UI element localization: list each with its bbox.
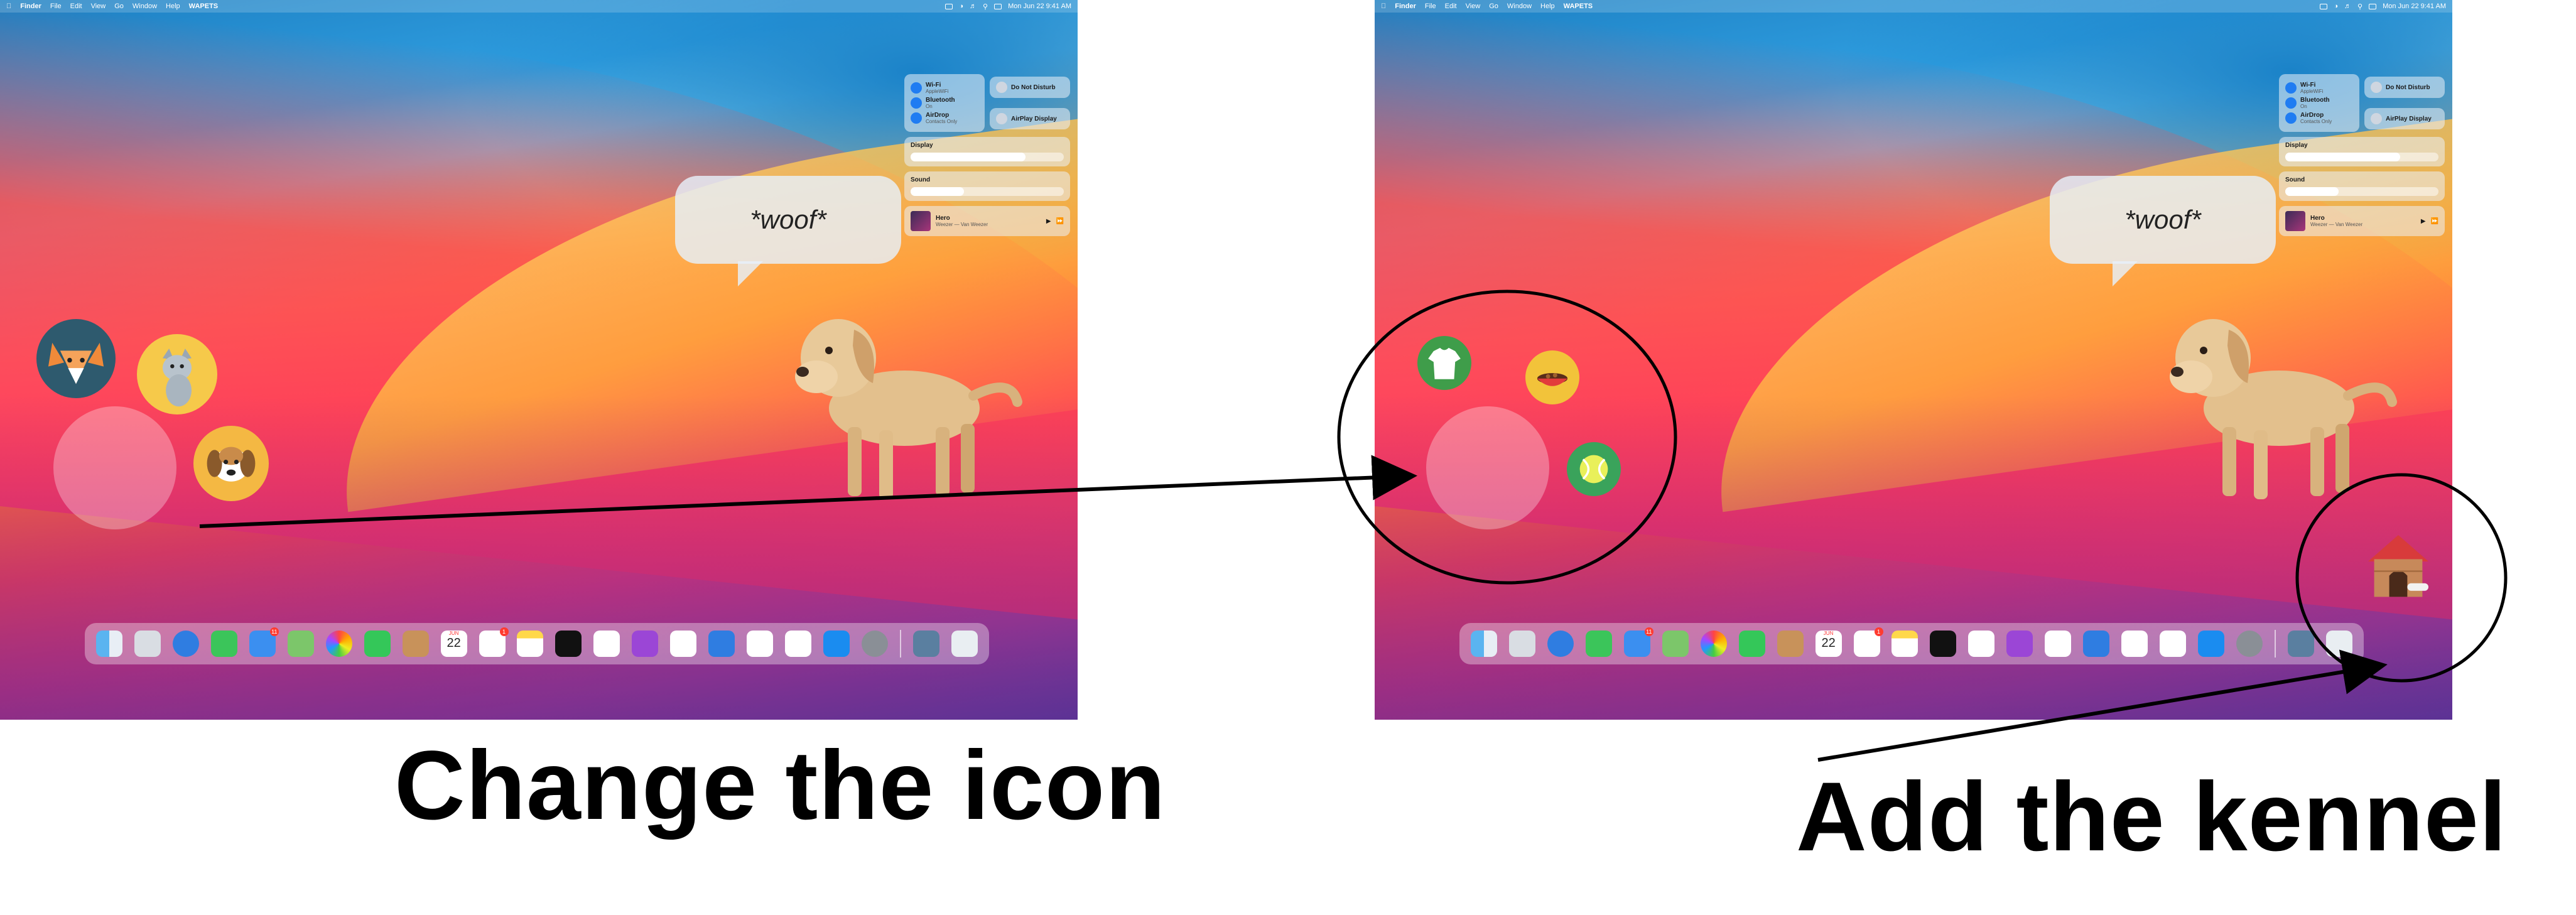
arrow-change-icon <box>199 455 1417 528</box>
caption-add-kennel: Add the kennel <box>1796 762 2508 872</box>
highlight-circle-kennel <box>2295 473 2508 683</box>
caption-change-icon: Change the icon <box>394 731 1166 840</box>
arrow-add-kennel <box>1817 649 2388 762</box>
highlight-circle-icons <box>1337 290 1677 585</box>
